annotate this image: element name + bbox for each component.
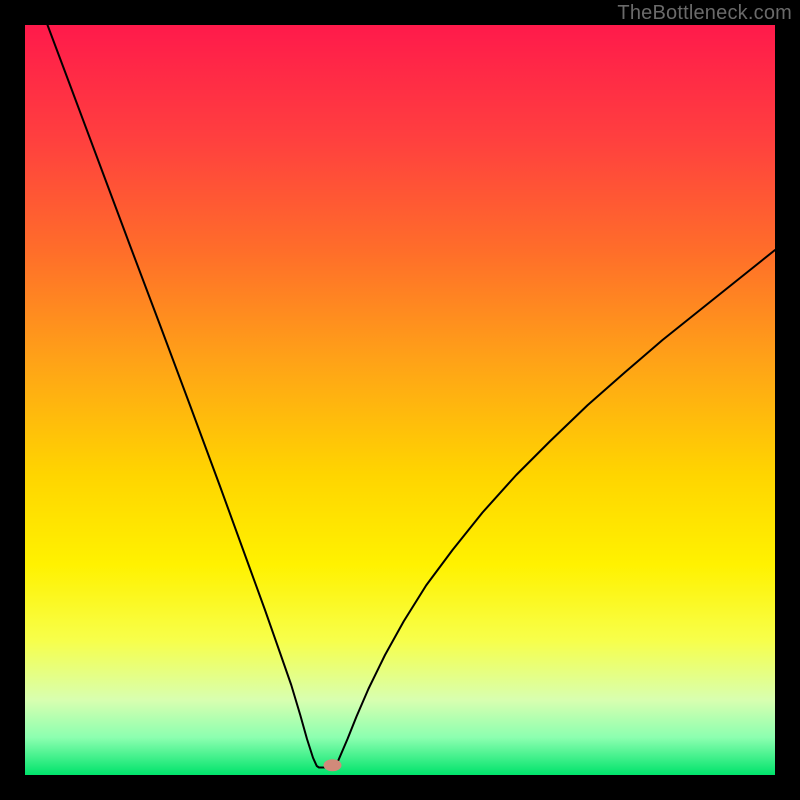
watermark-label: TheBottleneck.com <box>617 2 792 25</box>
chart-frame: TheBottleneck.com <box>0 0 800 800</box>
target-marker <box>324 759 342 771</box>
bottleneck-chart-svg <box>25 25 775 775</box>
gradient-background <box>25 25 775 775</box>
plot-area <box>25 25 775 775</box>
